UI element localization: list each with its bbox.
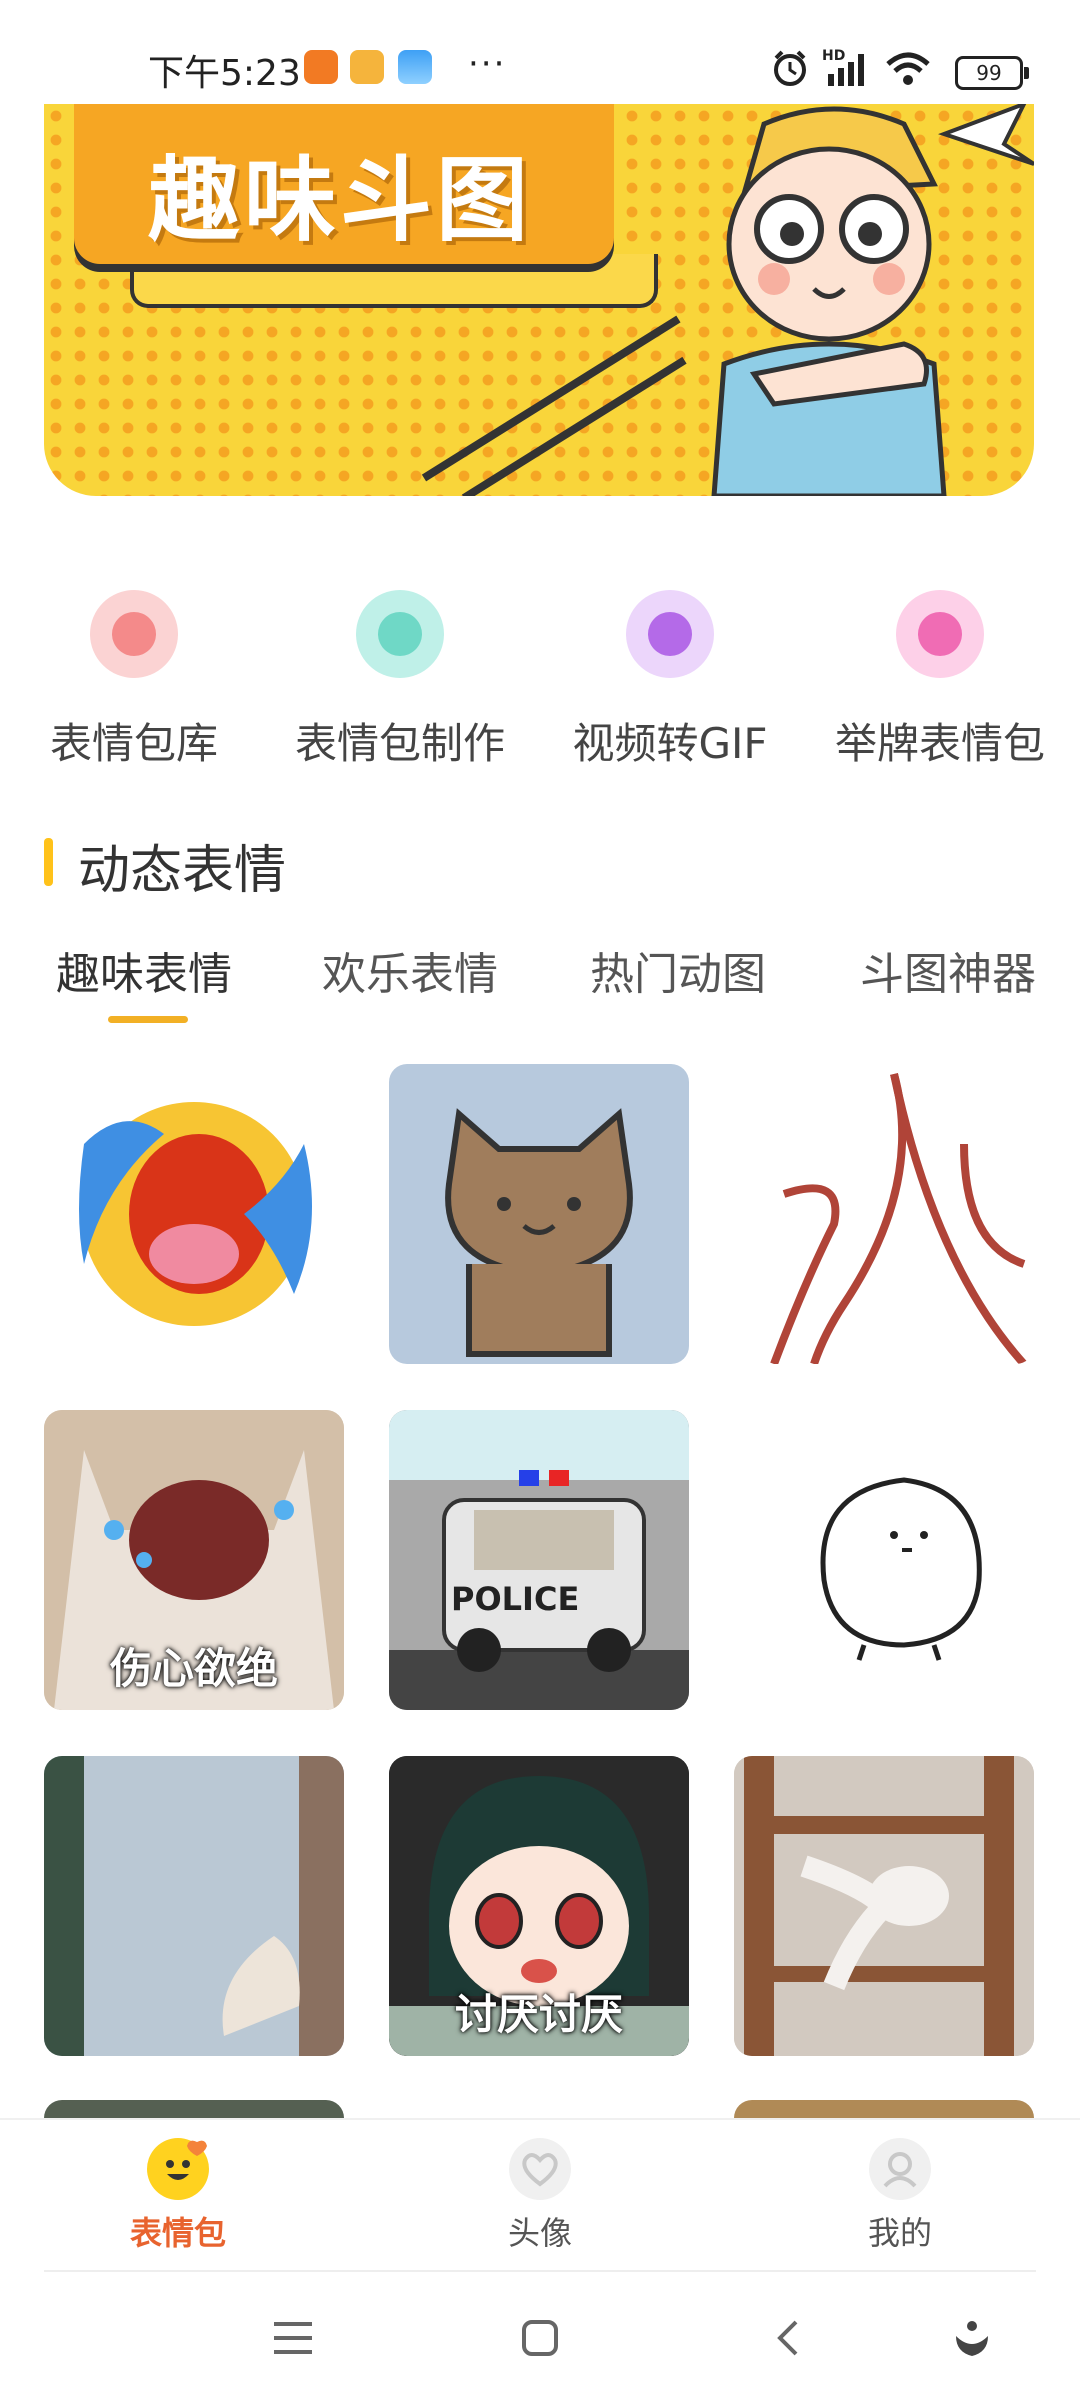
sticker-crying-cat[interactable]: 伤心欲绝: [44, 1410, 344, 1710]
sticker-cat-under-chair[interactable]: [734, 1756, 1034, 2056]
cartoon-girl-illustration: [711, 104, 1034, 496]
quick-entry[interactable]: 表情包库: [4, 590, 264, 770]
nav-item-avatar[interactable]: 头像: [440, 2138, 640, 2254]
banner-title: 趣味斗图: [148, 147, 533, 254]
system-nav-bar: [0, 2280, 1080, 2400]
sticker-next-row[interactable]: [734, 2100, 1034, 2120]
nav-divider: [44, 2270, 1036, 2272]
sticker-brown-cat[interactable]: [389, 1064, 689, 1364]
nav-label: 头像: [507, 2214, 572, 2252]
status-bar: 下午5:23 ··· HD 99: [0, 0, 1080, 110]
police-car-image: POLICE: [389, 1410, 689, 1710]
tab-active-indicator: [108, 1016, 188, 1023]
sticker-police-car[interactable]: POLICE: [389, 1410, 689, 1710]
sticker-crying-emoji[interactable]: [44, 1064, 344, 1364]
crying-emoji-image: [79, 1102, 312, 1326]
sticker-anime-girl[interactable]: 讨厌讨厌: [389, 1756, 689, 2056]
status-time: 下午5:23: [148, 53, 301, 94]
sticker-caption: 讨厌讨厌: [454, 1990, 623, 2039]
section-title: 动态表情: [78, 841, 287, 901]
nav-label: 表情包: [129, 2214, 226, 2252]
brown-cat-image: [445, 1108, 633, 1357]
more-notifications-icon: ···: [468, 44, 507, 84]
alarm-icon: [774, 50, 806, 86]
signal-icon: [828, 54, 864, 86]
nav-item-mine[interactable]: 我的: [800, 2138, 1000, 2254]
nav-label: 我的: [867, 2214, 932, 2252]
hero-banner[interactable]: 趣味斗图: [44, 104, 1034, 496]
quick-entry-label: 表情包制作: [294, 719, 505, 768]
wifi-icon: [886, 52, 930, 85]
cat-paw-door-image: [44, 1756, 344, 2056]
police-text: POLICE: [451, 1580, 579, 1618]
cat-under-chair-image: [734, 1756, 1034, 2056]
tab-fun-emoji[interactable]: 趣味表情: [56, 938, 232, 1002]
section-title-bar: [44, 838, 53, 886]
menu-icon[interactable]: [272, 2320, 314, 2356]
quick-entry-label: 表情包库: [49, 719, 218, 768]
assistant-icon[interactable]: [952, 2318, 992, 2358]
sticker-red-line[interactable]: [734, 1064, 1034, 1364]
gallery-notification-icon: [398, 50, 432, 84]
emoji-face-icon: [147, 2138, 209, 2200]
battery-indicator: 99: [955, 56, 1029, 90]
back-icon[interactable]: [772, 2318, 802, 2358]
quick-entry[interactable]: 举牌表情包: [810, 590, 1070, 770]
heart-avatar-icon: [509, 2138, 571, 2200]
home-icon[interactable]: [520, 2318, 560, 2358]
quick-entry-label: 视频转GIF: [572, 719, 768, 768]
nav-item-stickers[interactable]: 表情包: [78, 2138, 278, 2254]
notes-notification-icon: [350, 50, 384, 84]
quick-entry[interactable]: 表情包制作: [270, 590, 530, 770]
tab-hot-gif[interactable]: 热门动图: [590, 938, 766, 1002]
quick-entry[interactable]: 视频转GIF: [540, 590, 800, 770]
sticker-caption: 伤心欲绝: [109, 1644, 278, 1693]
tab-happy-emoji[interactable]: 欢乐表情: [322, 938, 498, 1002]
magic-wand-icon: [896, 590, 984, 678]
red-line-image: [770, 1072, 1027, 1364]
video-icon: [626, 590, 714, 678]
mi-notification-icon: [304, 50, 338, 84]
sticker-next-row[interactable]: [44, 2100, 344, 2120]
sticker-cat-paw-door[interactable]: [44, 1756, 344, 2056]
white-blob-image: [820, 1477, 982, 1661]
quick-entry-label: 举牌表情包: [834, 719, 1045, 768]
widgets-icon: [356, 590, 444, 678]
tab-meme-tool[interactable]: 斗图神器: [860, 938, 1036, 1002]
smile-icon: [90, 590, 178, 678]
sticker-white-blob[interactable]: [734, 1410, 1034, 1710]
profile-icon: [869, 2138, 931, 2200]
